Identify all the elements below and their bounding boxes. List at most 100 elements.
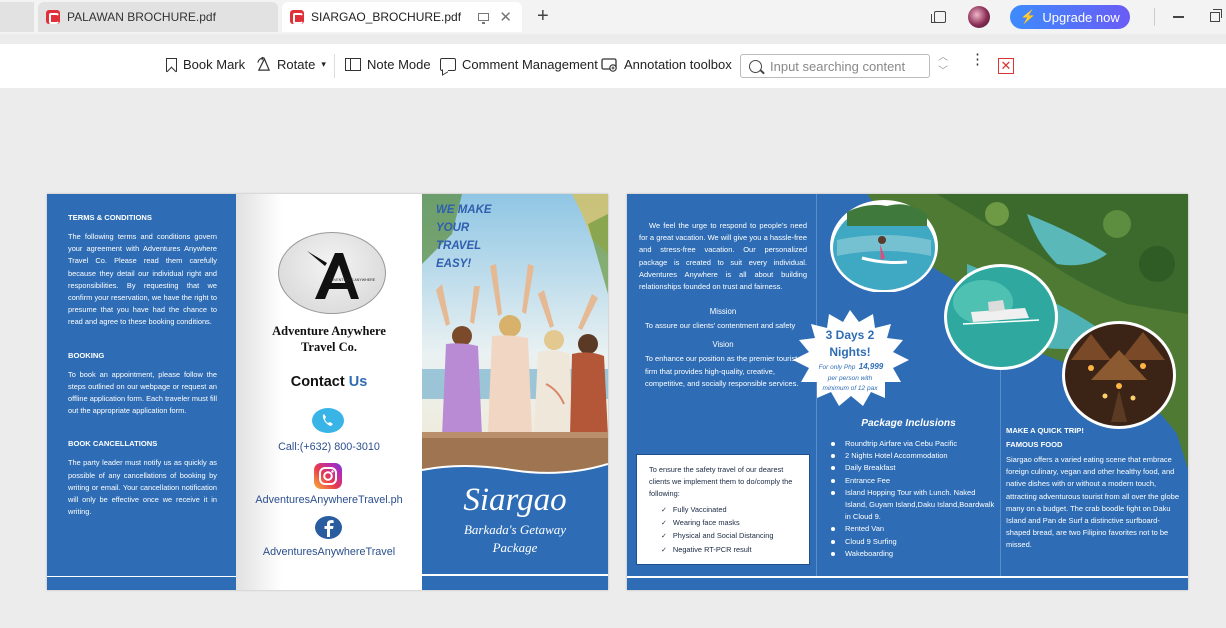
list-item: Wakeboarding bbox=[829, 548, 999, 560]
contact-us-word: Us bbox=[348, 374, 368, 390]
rotate-label: Rotate bbox=[277, 57, 316, 72]
quick-trip-section: MAKE A QUICK TRIP! FAMOUS FOOD Siargao o… bbox=[1006, 426, 1182, 552]
tab-label: SIARGAO_BROCHURE.pdf bbox=[311, 10, 462, 24]
package-panel: 3 Days 2 Nights! For only Php 14,999 per… bbox=[793, 194, 1000, 590]
pdf-page-2: We feel the urge to respond to people's … bbox=[627, 194, 1188, 590]
tile-windows-icon[interactable] bbox=[931, 11, 946, 23]
chevron-down-icon: ▾ bbox=[321, 59, 326, 69]
new-tab-button[interactable]: + bbox=[537, 5, 549, 28]
minimize-icon[interactable] bbox=[1173, 16, 1184, 18]
search-box bbox=[740, 54, 930, 78]
contact-heading: Contact Us bbox=[236, 374, 422, 390]
cancellation-text: The party leader must notify us as quick… bbox=[68, 458, 217, 517]
badge-price: 14,999 bbox=[859, 362, 884, 371]
safety-box: To ensure the safety travel of our deare… bbox=[636, 454, 810, 565]
bookmark-label: Book Mark bbox=[183, 57, 246, 72]
inclusions-title: Package Inclusions bbox=[861, 418, 956, 429]
pdf-file-icon bbox=[46, 10, 60, 24]
list-item: Cloud 9 Surfing bbox=[829, 536, 999, 548]
badge-line-5: minimum of 12 pax bbox=[823, 385, 879, 392]
rotate-icon bbox=[257, 57, 271, 71]
search-input[interactable] bbox=[770, 58, 920, 74]
facebook-icon bbox=[315, 516, 342, 539]
logo-text: ADVENTURES ANYWHERE bbox=[329, 278, 376, 282]
company-name-line1: Adventure Anywhere bbox=[272, 324, 386, 338]
cover-subtitle-2: Package bbox=[492, 540, 538, 555]
instagram-handle: AdventuresAnywhereTravel.ph bbox=[255, 494, 403, 506]
list-item: Rented Van bbox=[829, 523, 999, 535]
safety-list: Fully Vaccinated Wearing face masks Phys… bbox=[649, 504, 799, 557]
terms-section: TERMS & CONDITIONS The following terms a… bbox=[68, 213, 217, 329]
badge-price-prefix: For only Php bbox=[819, 364, 856, 371]
more-options-icon[interactable]: ⋮ bbox=[970, 52, 985, 67]
vision-text: To enhance our position as the premier t… bbox=[645, 354, 799, 388]
next-result-icon[interactable]: ﹀ bbox=[938, 65, 948, 79]
search-navigation: ︿ ﹀ bbox=[938, 51, 948, 79]
close-tab-icon[interactable]: ✕ bbox=[499, 10, 512, 25]
cover-photo: WE MAKE YOUR TRAVEL EASY! Siargao Barkad… bbox=[422, 194, 608, 590]
vision-title: Vision bbox=[712, 340, 734, 350]
contact-panel: ADVENTURES ANYWHERE Adventure Anywhere T… bbox=[236, 194, 422, 590]
footer-stripe bbox=[47, 576, 236, 590]
badge-line-1: 3 Days 2 bbox=[826, 328, 875, 342]
restore-window-icon[interactable] bbox=[1210, 9, 1222, 22]
list-item: Island Hopping Tour with Lunch. Naked Is… bbox=[829, 487, 999, 524]
list-item: Roundtrip Airfare via Cebu Pacific bbox=[829, 438, 999, 450]
divider bbox=[334, 54, 335, 78]
cover-subtitle-1: Barkada's Getaway bbox=[464, 522, 566, 537]
annotation-label: Annotation toolbox bbox=[624, 57, 732, 72]
tab-palawan[interactable]: PALAWAN BROCHURE.pdf bbox=[38, 2, 278, 32]
terms-title: TERMS & CONDITIONS bbox=[68, 213, 152, 222]
cover-title: Siargao bbox=[463, 482, 566, 518]
list-item: Entrance Fee bbox=[829, 475, 999, 487]
company-name-line2: Travel Co. bbox=[300, 340, 357, 354]
list-item: Negative RT-PCR result bbox=[661, 544, 799, 557]
mission-title: Mission bbox=[709, 307, 737, 317]
phone-number: Call:(+632) 800-3010 bbox=[278, 441, 380, 453]
rotate-button[interactable]: Rotate ▾ bbox=[256, 57, 326, 72]
upgrade-label: Upgrade now bbox=[1042, 9, 1120, 25]
tab-scroll-stub[interactable] bbox=[0, 2, 34, 32]
terms-text: The following terms and conditions gover… bbox=[68, 232, 217, 327]
booking-title: BOOKING bbox=[68, 350, 105, 360]
famous-food-title: FAMOUS FOOD bbox=[1006, 440, 1063, 449]
tagline-line-1: WE MAKE bbox=[436, 204, 492, 216]
tagline-line-2: YOUR bbox=[436, 222, 470, 234]
list-item: Physical and Social Distancing bbox=[661, 530, 799, 543]
cancellation-title: BOOK CANCELLATIONS bbox=[68, 439, 158, 449]
bookmark-button[interactable]: Book Mark bbox=[166, 57, 245, 72]
annotation-toolbox-button[interactable]: Annotation toolbox bbox=[601, 57, 732, 72]
booking-section: BOOKING To book an appointment, please f… bbox=[68, 351, 217, 418]
divider bbox=[1154, 8, 1155, 26]
famous-food-text: Siargao offers a varied eating scene tha… bbox=[1006, 455, 1180, 550]
cover-panel: WE MAKE YOUR TRAVEL EASY! Siargao Barkad… bbox=[422, 194, 608, 590]
note-mode-icon bbox=[345, 58, 361, 71]
company-name: Adventure Anywhere Travel Co. bbox=[236, 323, 422, 355]
annotation-icon bbox=[601, 58, 617, 72]
comment-management-button[interactable]: Comment Management bbox=[440, 57, 598, 72]
bookmark-icon bbox=[166, 57, 177, 72]
previous-result-icon[interactable]: ︿ bbox=[938, 51, 948, 65]
badge-line-4: per person with bbox=[827, 375, 873, 382]
facebook-handle: AdventuresAnywhereTravel bbox=[262, 546, 396, 558]
upgrade-button[interactable]: ⚡ Upgrade now bbox=[1010, 5, 1130, 29]
list-item: Wearing face masks bbox=[661, 517, 799, 530]
avatar[interactable] bbox=[968, 6, 990, 28]
tab-label: PALAWAN BROCHURE.pdf bbox=[67, 10, 216, 24]
price-badge: 3 Days 2 Nights! For only Php 14,999 per… bbox=[793, 310, 909, 406]
safety-intro: To ensure the safety travel of our deare… bbox=[649, 465, 793, 498]
tagline-line-4: EASY! bbox=[436, 258, 471, 270]
lightning-icon: ⚡ bbox=[1020, 9, 1037, 24]
close-search-icon[interactable]: ✕ bbox=[998, 58, 1014, 74]
contact-word: Contact bbox=[290, 374, 345, 390]
comment-icon bbox=[440, 58, 456, 71]
tab-siargao[interactable]: SIARGAO_BROCHURE.pdf ✕ bbox=[282, 2, 522, 32]
list-item: 2 Nights Hotel Accommodation bbox=[829, 450, 999, 462]
monitor-icon[interactable] bbox=[478, 13, 490, 24]
badge-line-2: Nights! bbox=[829, 345, 870, 359]
terms-panel: TERMS & CONDITIONS The following terms a… bbox=[47, 194, 236, 590]
list-item: Fully Vaccinated bbox=[661, 504, 799, 517]
pdf-file-icon bbox=[290, 10, 304, 24]
cancellation-section: BOOK CANCELLATIONS The party leader must… bbox=[68, 439, 217, 518]
note-mode-button[interactable]: Note Mode bbox=[345, 57, 431, 72]
